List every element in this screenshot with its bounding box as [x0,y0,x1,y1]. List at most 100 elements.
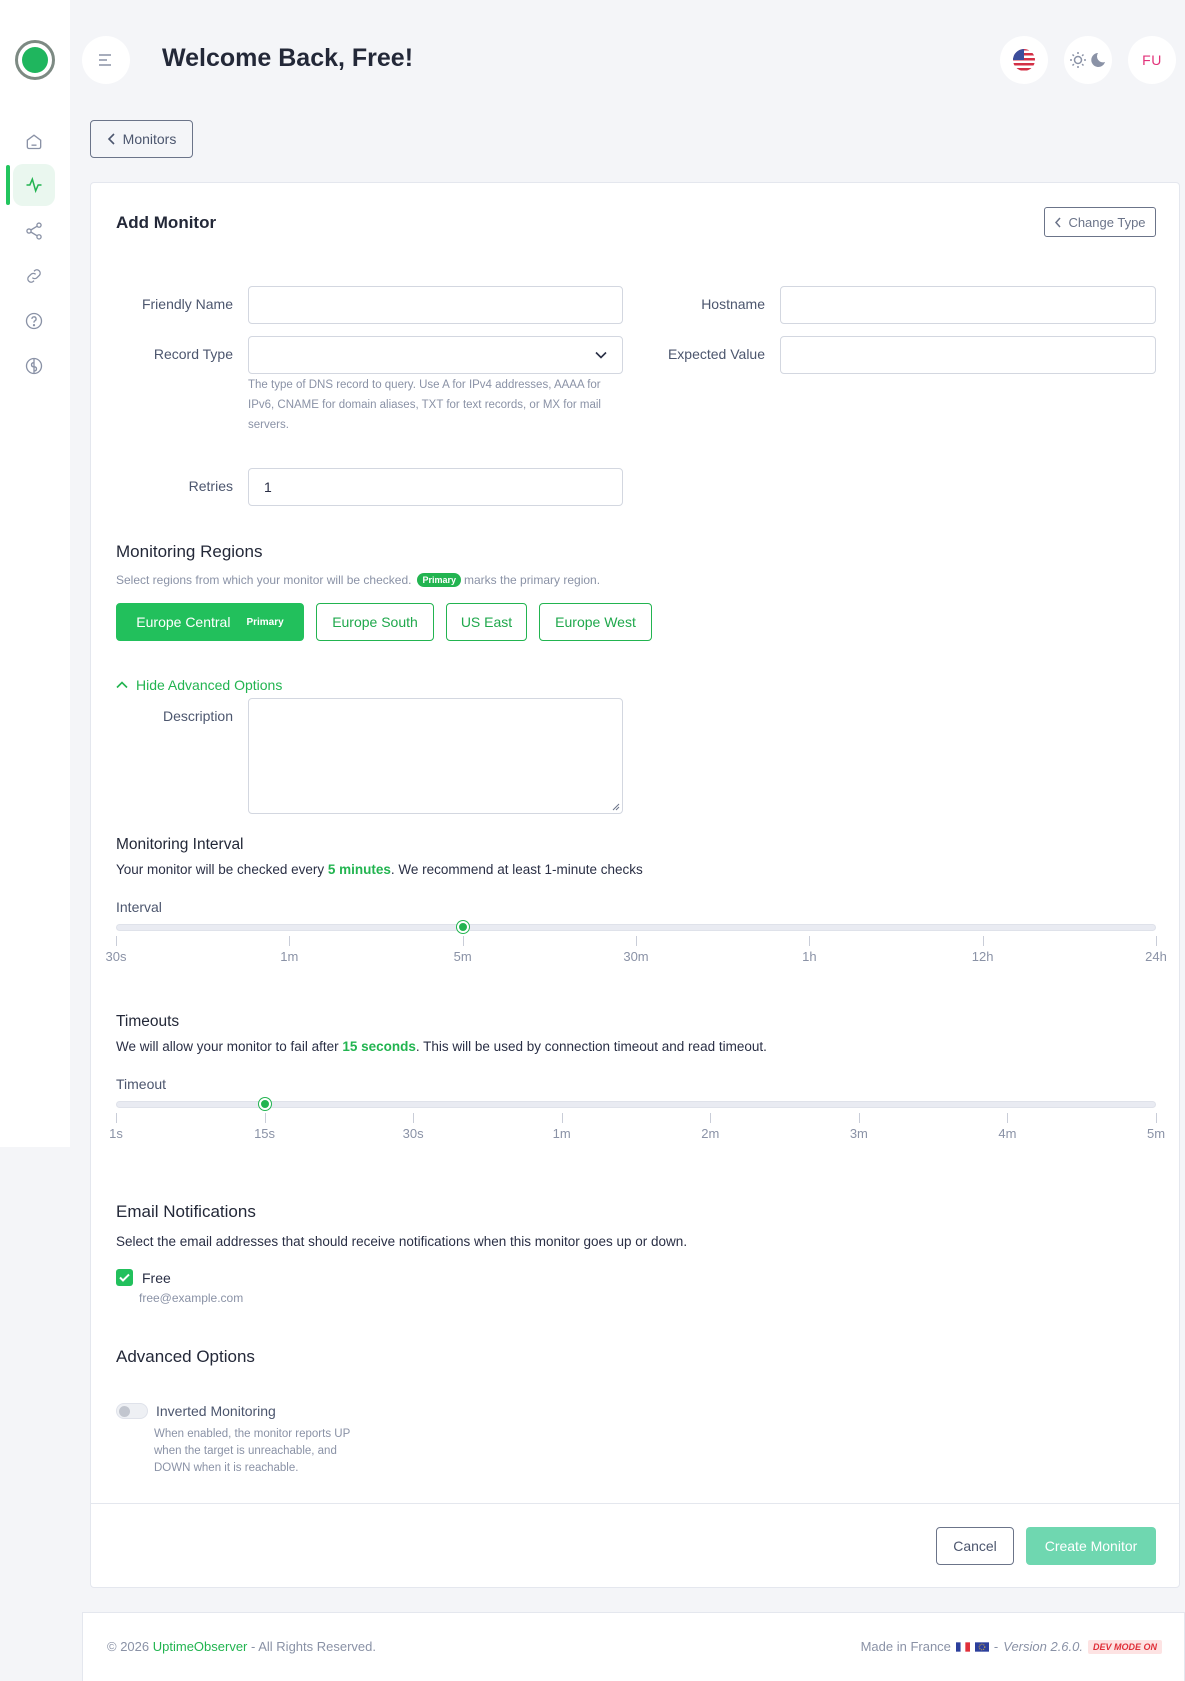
hide-advanced-options-toggle[interactable]: Hide Advanced Options [116,677,282,693]
inverted-monitoring-row[interactable]: Inverted Monitoring [116,1403,276,1419]
inverted-monitoring-toggle[interactable] [116,1403,148,1419]
copyright: © 2026 UptimeObserver - All Rights Reser… [107,1639,376,1654]
sidebar-active-indicator [6,165,10,205]
interval-tick-label: 24h [1145,949,1167,964]
timeout-tick-label: 5m [1146,1126,1166,1141]
interval-tick-label: 1h [802,949,817,964]
resize-handle-icon[interactable] [612,803,620,811]
record-type-help: The type of DNS record to query. Use A f… [248,379,601,431]
description-textarea[interactable] [248,698,623,814]
timeout-slider-thumb[interactable] [258,1098,271,1110]
page-footer: © 2026 UptimeObserver - All Rights Reser… [82,1612,1185,1681]
record-type-label: Record Type [153,346,233,362]
region-label: Europe South [332,614,418,630]
expected-value-input[interactable] [780,336,1156,374]
brain-icon[interactable] [13,345,55,387]
timeout-value-text: 15 seconds [342,1039,416,1054]
inverted-monitoring-label: Inverted Monitoring [156,1403,276,1419]
hostname-input[interactable] [780,286,1156,324]
region-label: Europe West [555,614,636,630]
link-icon[interactable] [13,255,55,297]
timeout-tick-mark [561,1113,563,1123]
regions-hint: Select regions from which your monitor w… [116,573,600,587]
region-europe-south[interactable]: Europe South [316,603,434,641]
interval-tick-label: 30s [105,949,127,964]
change-type-button[interactable]: Change Type [1044,207,1156,237]
retries-input[interactable]: 1 [248,468,623,506]
interval-description: Your monitor will be checked every 5 min… [116,862,643,877]
chevron-left-icon [1055,217,1061,227]
primary-badge: Primary [417,573,461,587]
timeout-tick-mark [710,1113,712,1123]
friendly-name-input[interactable] [248,286,623,324]
interval-slider-thumb[interactable] [456,921,469,933]
menu-toggle-button[interactable] [82,36,130,84]
app-logo[interactable] [15,40,55,80]
interval-slider-track[interactable] [116,924,1156,931]
language-button[interactable] [1000,36,1048,84]
advanced-options-title: Advanced Options [116,1347,255,1366]
divider [91,1503,1179,1504]
timeout-tick-label: 2m [701,1126,720,1141]
chevron-up-icon [116,681,128,689]
help-icon[interactable] [13,300,55,342]
interval-title: Monitoring Interval [116,836,244,853]
expected-value-label: Expected Value [667,346,765,362]
home-icon[interactable] [13,120,55,162]
share-icon[interactable] [13,210,55,252]
interval-tick-label: 1m [280,949,299,964]
add-monitor-card: Add Monitor Change Type Friendly Name Ho… [90,182,1180,1588]
timeout-slider-track[interactable] [116,1101,1156,1108]
footer-meta: Made in France - Version 2.6.0. DEV MODE… [861,1639,1162,1654]
back-to-monitors-button[interactable]: Monitors [90,120,193,158]
regions-hint-before: Select regions from which your monitor w… [116,573,412,587]
brand-link[interactable]: UptimeObserver [153,1639,248,1654]
create-monitor-button[interactable]: Create Monitor [1026,1527,1156,1565]
sidebar [0,0,70,1147]
interval-tick-mark [982,936,984,946]
card-title: Add Monitor [116,213,217,232]
primary-tag: Primary [246,616,284,628]
email-recipient-checkbox[interactable] [116,1269,133,1286]
hostname-label: Hostname [701,296,765,312]
interval-tick-label: 30m [623,949,649,964]
us-flag-icon [1013,49,1035,71]
regions-title: Monitoring Regions [116,542,263,561]
interval-tick-mark [636,936,637,946]
timeout-tick-mark [264,1113,266,1123]
sun-moon-icon [1070,52,1105,68]
timeout-tick-label: 4m [998,1126,1017,1141]
timeout-tick-mark [1007,1113,1009,1123]
region-label: US East [460,614,513,630]
back-label: Monitors [122,131,177,147]
timeout-tick-label: 1m [552,1126,571,1141]
check-icon [119,1273,130,1282]
record-type-select[interactable] [248,336,623,374]
region-europe-west[interactable]: Europe West [539,603,652,641]
avatar[interactable]: FU [1128,36,1176,84]
timeout-description: We will allow your monitor to fail after… [116,1039,767,1054]
timeout-tick-label: 15s [254,1126,276,1141]
menu-icon [99,54,111,66]
timeout-slider-label: Timeout [116,1076,167,1092]
email-recipient-address: free@example.com [139,1291,244,1305]
email-recipient-name: Free [142,1269,171,1286]
email-title: Email Notifications [116,1202,256,1221]
timeout-tick-label: 30s [402,1126,424,1141]
cancel-button[interactable]: Cancel [936,1527,1014,1565]
region-europe-central[interactable]: Europe Central Primary [116,603,304,641]
theme-toggle-button[interactable] [1064,36,1112,84]
copyright-prefix: © 2026 [107,1639,150,1654]
chevron-left-icon [107,133,115,145]
interval-text-before: Your monitor will be checked every [116,862,325,877]
email-recipient-row[interactable]: Free [116,1269,171,1286]
region-us-east[interactable]: US East [446,603,527,641]
version-text: Version 2.6.0. [1003,1639,1083,1654]
dev-mode-badge: DEV MODE ON [1087,1639,1162,1654]
activity-icon[interactable] [13,164,55,206]
footer-separator: - [993,1639,999,1654]
regions-hint-after: marks the primary region. [464,573,601,587]
timeout-text-before: We will allow your monitor to fail after [116,1039,339,1054]
chevron-down-icon [595,351,607,359]
inverted-monitoring-help: When enabled, the monitor reports UP whe… [154,1428,351,1474]
